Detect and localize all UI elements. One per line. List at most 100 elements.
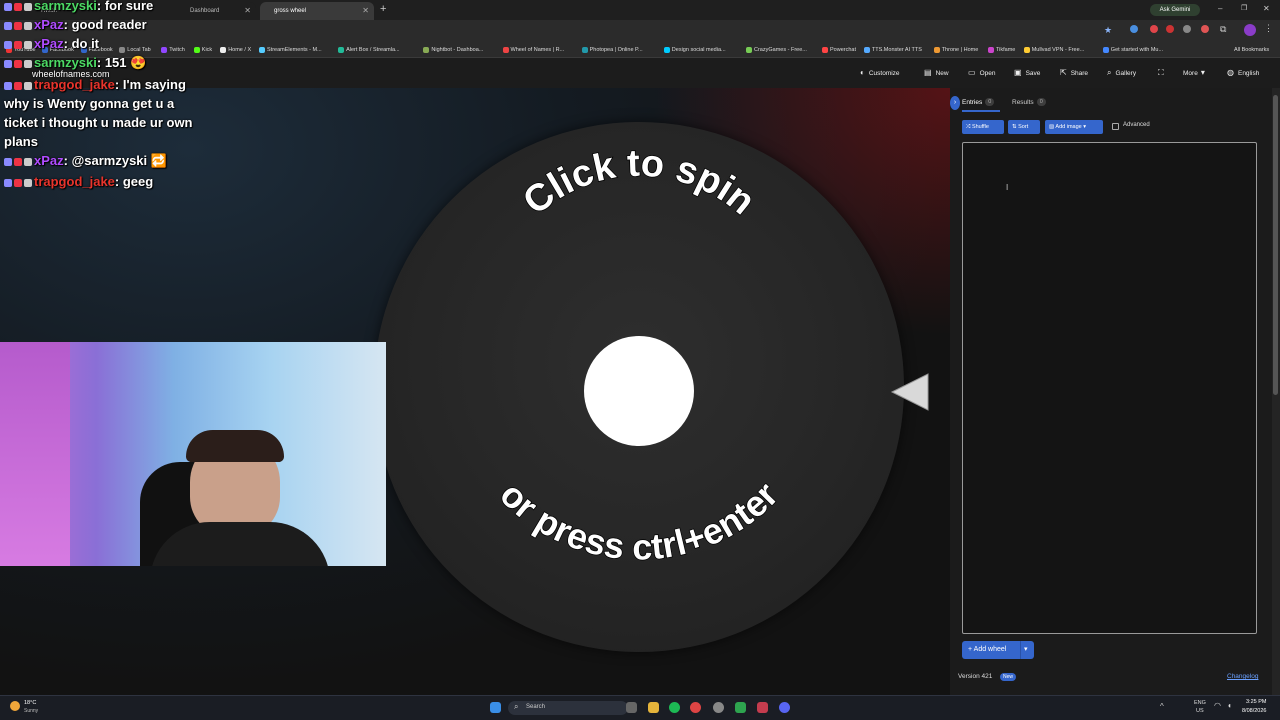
app-icon[interactable] — [735, 702, 746, 713]
extension-icon[interactable] — [1183, 25, 1191, 33]
bookmark-item[interactable]: Design social media... — [663, 42, 726, 58]
wheel-hub[interactable] — [584, 336, 694, 446]
bookmark-label: TTS.Monster AI TTS — [871, 47, 922, 53]
extension-icon[interactable] — [1130, 25, 1138, 33]
close-icon[interactable]: ✕ — [362, 2, 369, 20]
bookmark-item[interactable]: Wheel of Names | R... — [502, 42, 564, 58]
taskbar-search[interactable]: ⌕ Search — [508, 701, 628, 715]
minimize-icon[interactable]: – — [1218, 4, 1222, 13]
chat-text: why is Wenty gonna get u a — [4, 96, 175, 111]
bookmark-star-icon[interactable]: ★ — [1104, 25, 1112, 36]
bookmark-item[interactable]: Get started with Mu... — [1102, 42, 1163, 58]
chat-text: : do it — [63, 36, 100, 51]
save-button[interactable]: ▣ Save — [1014, 66, 1040, 80]
press-ctrl-enter-label: or press ctrl+enter — [491, 473, 786, 569]
advanced-checkbox[interactable] — [1112, 123, 1119, 130]
bookmark-favicon-icon — [1102, 46, 1109, 53]
more-label: More — [1183, 70, 1198, 77]
close-icon[interactable]: ✕ — [244, 2, 251, 20]
tab-gross-wheel[interactable]: gross wheel ✕ — [260, 2, 374, 20]
file-explorer-icon[interactable] — [648, 702, 659, 713]
task-view-icon[interactable] — [626, 702, 637, 713]
fullscreen-icon: ⛶ — [1158, 68, 1164, 77]
chrome-icon[interactable] — [690, 702, 701, 713]
discord-icon[interactable] — [779, 702, 790, 713]
tab-dashboard[interactable]: Dashboard ✕ — [150, 2, 256, 20]
fullscreen-button[interactable]: ⛶ — [1158, 66, 1168, 80]
search-icon: ⌕ — [514, 702, 519, 711]
volume-icon[interactable]: ◖ — [1227, 701, 1232, 710]
profile-avatar[interactable] — [1244, 24, 1256, 36]
bookmarks-bar: YouTube Facebook Facebook Local Tab Twitch Ki… — [0, 42, 1280, 58]
ask-gemini-button[interactable]: Ask Gemini — [1150, 4, 1200, 16]
sort-button[interactable]: ⇅ Sort — [1008, 120, 1040, 134]
bookmark-item[interactable]: Mullvad VPN - Free... — [1023, 42, 1084, 58]
spotify-icon[interactable] — [669, 702, 680, 713]
clock-time[interactable]: 3:25 PM — [1246, 699, 1266, 705]
bookmark-item[interactable]: Nightbot - Dashboa... — [423, 42, 483, 58]
scrollbar-thumb[interactable] — [1273, 95, 1278, 395]
tab-label: Dashboard — [190, 8, 220, 14]
results-count: 0 — [1036, 98, 1046, 107]
language-button[interactable]: ◍ English — [1227, 66, 1259, 80]
more-button[interactable]: More ▾ — [1183, 66, 1205, 80]
press-ctrl-enter-text[interactable]: or press ctrl+enter — [491, 473, 786, 569]
bookmark-item[interactable]: Alert Box / Streamla... — [338, 42, 400, 58]
share-button[interactable]: ⇱ Share — [1060, 66, 1088, 80]
bookmark-item[interactable]: CrazyGames - Free... — [746, 42, 807, 58]
extension-icon[interactable] — [1150, 25, 1158, 33]
bookmark-item[interactable]: Tikfame — [988, 42, 1015, 58]
bookmark-item[interactable]: Throne | Home — [933, 42, 978, 58]
new-tab-button[interactable]: + — [380, 3, 386, 15]
bookmark-item[interactable]: StreamElements - M... — [259, 42, 322, 58]
app-icon[interactable] — [757, 702, 768, 713]
clock-date: 8/08/2026 — [1242, 708, 1267, 714]
chat-text: : 151 😍 — [96, 55, 147, 70]
entries-textarea[interactable]: I — [962, 142, 1257, 634]
bookmark-label: Twitch — [169, 47, 185, 53]
changelog-link[interactable]: Changelog — [1227, 673, 1258, 680]
close-window-icon[interactable]: ✕ — [1263, 4, 1270, 13]
bookmark-favicon-icon — [746, 46, 752, 53]
open-button[interactable]: ▭ Open — [968, 66, 995, 80]
chat-badge-icon — [14, 81, 22, 90]
menu-dots-icon[interactable]: ⋮ — [1264, 23, 1273, 34]
bookmark-favicon-icon — [863, 46, 870, 53]
new-button[interactable]: ▤ New — [924, 66, 949, 80]
webcam-feed — [0, 342, 386, 566]
language-indicator[interactable]: ENG — [1194, 700, 1206, 706]
chat-badge-icon — [4, 2, 12, 11]
obs-icon[interactable] — [713, 702, 724, 713]
bookmark-label: CrazyGames - Free... — [754, 47, 807, 53]
extension-icon[interactable] — [1201, 25, 1209, 33]
bookmark-favicon-icon — [822, 46, 828, 53]
extension-icon[interactable] — [1166, 25, 1174, 33]
customize-button[interactable]: ◐ Customize — [860, 66, 900, 80]
maximize-icon[interactable]: ❐ — [1241, 4, 1247, 12]
chat-badge-icon — [14, 40, 22, 49]
chevron-down-icon[interactable]: ▾ — [1024, 641, 1028, 659]
windows-start-icon[interactable] — [490, 702, 501, 713]
bookmark-item[interactable]: Kick — [193, 42, 212, 58]
chat-text: plans — [4, 134, 38, 149]
add-image-button[interactable]: ▨ Add image ▾ — [1045, 120, 1103, 134]
bookmark-item[interactable]: Twitch — [161, 42, 185, 58]
bookmark-item[interactable]: Home / X — [220, 42, 251, 58]
tab-entries[interactable]: Entries 0 — [962, 96, 995, 110]
collapse-panel-icon[interactable]: › — [950, 96, 960, 110]
customize-label: Customize — [868, 70, 900, 77]
click-to-spin-text[interactable]: Click to spin — [515, 142, 764, 224]
shuffle-button[interactable]: ⤮ Shuffle — [962, 120, 1004, 134]
wifi-icon[interactable]: ◠ — [1214, 701, 1221, 710]
bookmark-item[interactable]: Photopea | Online P... — [581, 42, 643, 58]
tab-results[interactable]: Results 0 — [1012, 96, 1046, 110]
gallery-button[interactable]: ⌕ Gallery — [1107, 66, 1136, 80]
tray-chevron-up-icon[interactable]: ^ — [1160, 702, 1164, 711]
add-wheel-button[interactable]: + Add wheel ▾ — [962, 641, 1034, 659]
shuffle-label: Shuffle — [971, 124, 989, 130]
all-bookmarks[interactable]: All Bookmarks — [1234, 42, 1269, 58]
bookmark-item[interactable]: Powerchat — [822, 42, 856, 58]
extensions-puzzle-icon[interactable]: ⧉ — [1220, 24, 1226, 35]
bookmark-item[interactable]: TTS.Monster AI TTS — [863, 42, 922, 58]
weather-temp[interactable]: 18°C — [24, 700, 36, 706]
